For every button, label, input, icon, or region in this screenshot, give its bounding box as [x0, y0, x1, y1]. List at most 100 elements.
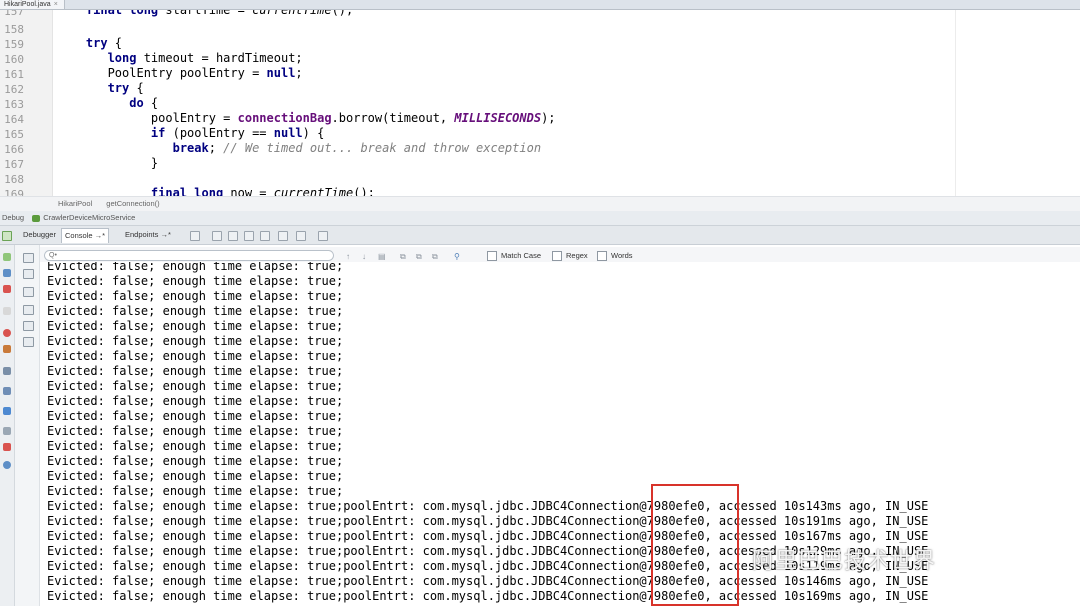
console-side-toolbar	[15, 245, 40, 606]
select-all-icon[interactable]: ⧉	[432, 252, 438, 262]
add-selection-icon[interactable]: ⧉	[400, 252, 406, 262]
line-number: 167	[4, 158, 24, 171]
code-line: break; // We timed out... break and thro…	[57, 141, 542, 155]
editor-tab-hikaripool[interactable]: HikariPool.java ×	[0, 0, 65, 9]
line-number: 157	[4, 10, 24, 18]
soft-wrap-icon[interactable]	[23, 287, 34, 297]
get-thread-dump-icon[interactable]	[3, 345, 11, 353]
match-case-checkbox[interactable]	[487, 251, 497, 261]
code-line: poolEntry = connectionBag.borrow(timeout…	[57, 111, 556, 125]
console-line: Evicted: false; enough time elapse: true…	[47, 529, 929, 543]
code-line: final long startTime = currentTime();	[57, 10, 354, 17]
code-line: if (poolEntry == null) {	[57, 126, 325, 140]
stop-icon[interactable]	[3, 285, 11, 293]
filter-search-icon[interactable]: ⚲	[454, 252, 460, 261]
line-number: 159	[4, 38, 24, 51]
tab-console-label: Console	[65, 231, 93, 240]
close-icon[interactable]: ×	[54, 1, 58, 8]
console-line: Evicted: false; enough time elapse: true…	[47, 289, 344, 303]
line-number: 161	[4, 68, 24, 81]
console-line: Evicted: false; enough time elapse: true…	[47, 364, 344, 378]
run-config-icon	[32, 214, 41, 222]
line-number: 164	[4, 113, 24, 126]
console-line: Evicted: false; enough time elapse: true…	[47, 439, 344, 453]
settings-icon[interactable]	[3, 387, 11, 395]
pause-icon[interactable]	[3, 269, 11, 277]
console-line: Evicted: false; enough time elapse: true…	[47, 274, 344, 288]
connection-id-highlight-box	[651, 484, 739, 606]
regex-checkbox[interactable]	[552, 251, 562, 261]
restore-layout-side-icon[interactable]	[3, 367, 11, 375]
line-number: 166	[4, 143, 24, 156]
code-line: }	[57, 156, 159, 170]
debug-toolbar: Debugger Console →* Endpoints →*	[0, 226, 1080, 245]
breadcrumb-method[interactable]: getConnection()	[106, 199, 159, 208]
clear-all-icon[interactable]	[23, 337, 34, 347]
code-line: PoolEntry poolEntry = null;	[57, 66, 303, 80]
code-line: long timeout = hardTimeout;	[57, 51, 303, 65]
editor-tab-label: HikariPool.java	[4, 1, 51, 8]
line-number: 163	[4, 98, 24, 111]
console-line: Evicted: false; enough time elapse: true…	[47, 349, 344, 363]
words-label: Words	[611, 251, 633, 260]
line-number: 162	[4, 83, 24, 96]
console-line: Evicted: false; enough time elapse: true…	[47, 304, 344, 318]
match-case-label: Match Case	[501, 251, 542, 260]
drop-frame-icon[interactable]	[278, 231, 288, 241]
scroll-to-end-icon[interactable]	[23, 305, 34, 315]
tab-console[interactable]: Console →*	[61, 228, 110, 243]
console-line: Evicted: false; enough time elapse: true…	[47, 514, 929, 528]
run-config-name[interactable]: CrawlerDeviceMicroService	[43, 213, 135, 222]
view-breakpoints-icon[interactable]	[3, 307, 11, 315]
evaluate-icon[interactable]	[318, 231, 328, 241]
tab-endpoints[interactable]: Endpoints →*	[122, 228, 174, 242]
console-line: Evicted: false; enough time elapse: true…	[47, 499, 929, 513]
debug-panel-header: Debug CrawlerDeviceMicroService	[0, 211, 1080, 226]
code-editor[interactable]: 157 final long startTime = currentTime()…	[0, 10, 1080, 196]
code-line: try {	[57, 81, 144, 95]
find-all-icon[interactable]: ▤	[378, 252, 386, 261]
next-occurrence-icon[interactable]: ↓	[362, 252, 366, 261]
step-over-icon[interactable]	[212, 231, 222, 241]
help-icon[interactable]	[3, 461, 11, 469]
console-line: Evicted: false; enough time elapse: true…	[47, 319, 344, 333]
step-into-icon[interactable]	[228, 231, 238, 241]
debug-label: Debug	[2, 213, 25, 222]
console-line: Evicted: false; enough time elapse: true…	[47, 424, 344, 438]
restore-layout-icon[interactable]	[190, 231, 200, 241]
console-line: Evicted: false; enough time elapse: true…	[47, 574, 929, 588]
wrench-icon[interactable]	[3, 427, 11, 435]
up-arrow-icon[interactable]	[23, 253, 34, 263]
mute-breakpoints-icon[interactable]	[3, 329, 11, 337]
tab-endpoints-arrow: →*	[160, 230, 171, 239]
tab-debugger[interactable]: Debugger	[20, 228, 59, 242]
code-line: do {	[57, 96, 159, 110]
force-step-into-icon[interactable]	[244, 231, 254, 241]
print-icon[interactable]	[23, 321, 34, 331]
console-line: Evicted: false; enough time elapse: true…	[47, 484, 344, 498]
remove-selection-icon[interactable]: ⧉	[416, 252, 422, 262]
console-line: Evicted: false; enough time elapse: true…	[47, 394, 344, 408]
down-arrow-icon[interactable]	[23, 269, 34, 279]
console-line: Evicted: false; enough time elapse: true…	[47, 379, 344, 393]
resume-icon[interactable]	[3, 253, 11, 261]
regex-label: Regex	[566, 251, 588, 260]
console-line: Evicted: false; enough time elapse: true…	[47, 454, 344, 468]
console-line: Evicted: false; enough time elapse: true…	[47, 589, 929, 603]
search-input[interactable]	[44, 250, 334, 261]
console-line: Evicted: false; enough time elapse: true…	[47, 409, 344, 423]
debug-side-toolbar	[0, 245, 15, 606]
rerun-icon[interactable]	[2, 231, 12, 241]
previous-occurrence-icon[interactable]: ↑	[346, 252, 350, 261]
run-to-cursor-icon[interactable]	[296, 231, 306, 241]
breadcrumb-class[interactable]: HikariPool	[58, 199, 92, 208]
line-number: 169	[4, 188, 24, 196]
tab-endpoints-label: Endpoints	[125, 230, 159, 239]
code-line: try {	[57, 36, 123, 50]
pin-icon[interactable]	[3, 407, 11, 415]
words-checkbox[interactable]	[597, 251, 607, 261]
watermark: 阿里巴巴技术世界	[752, 548, 937, 573]
close-debug-icon[interactable]	[3, 443, 11, 451]
tab-console-arrow: →*	[94, 231, 106, 240]
step-out-icon[interactable]	[260, 231, 270, 241]
